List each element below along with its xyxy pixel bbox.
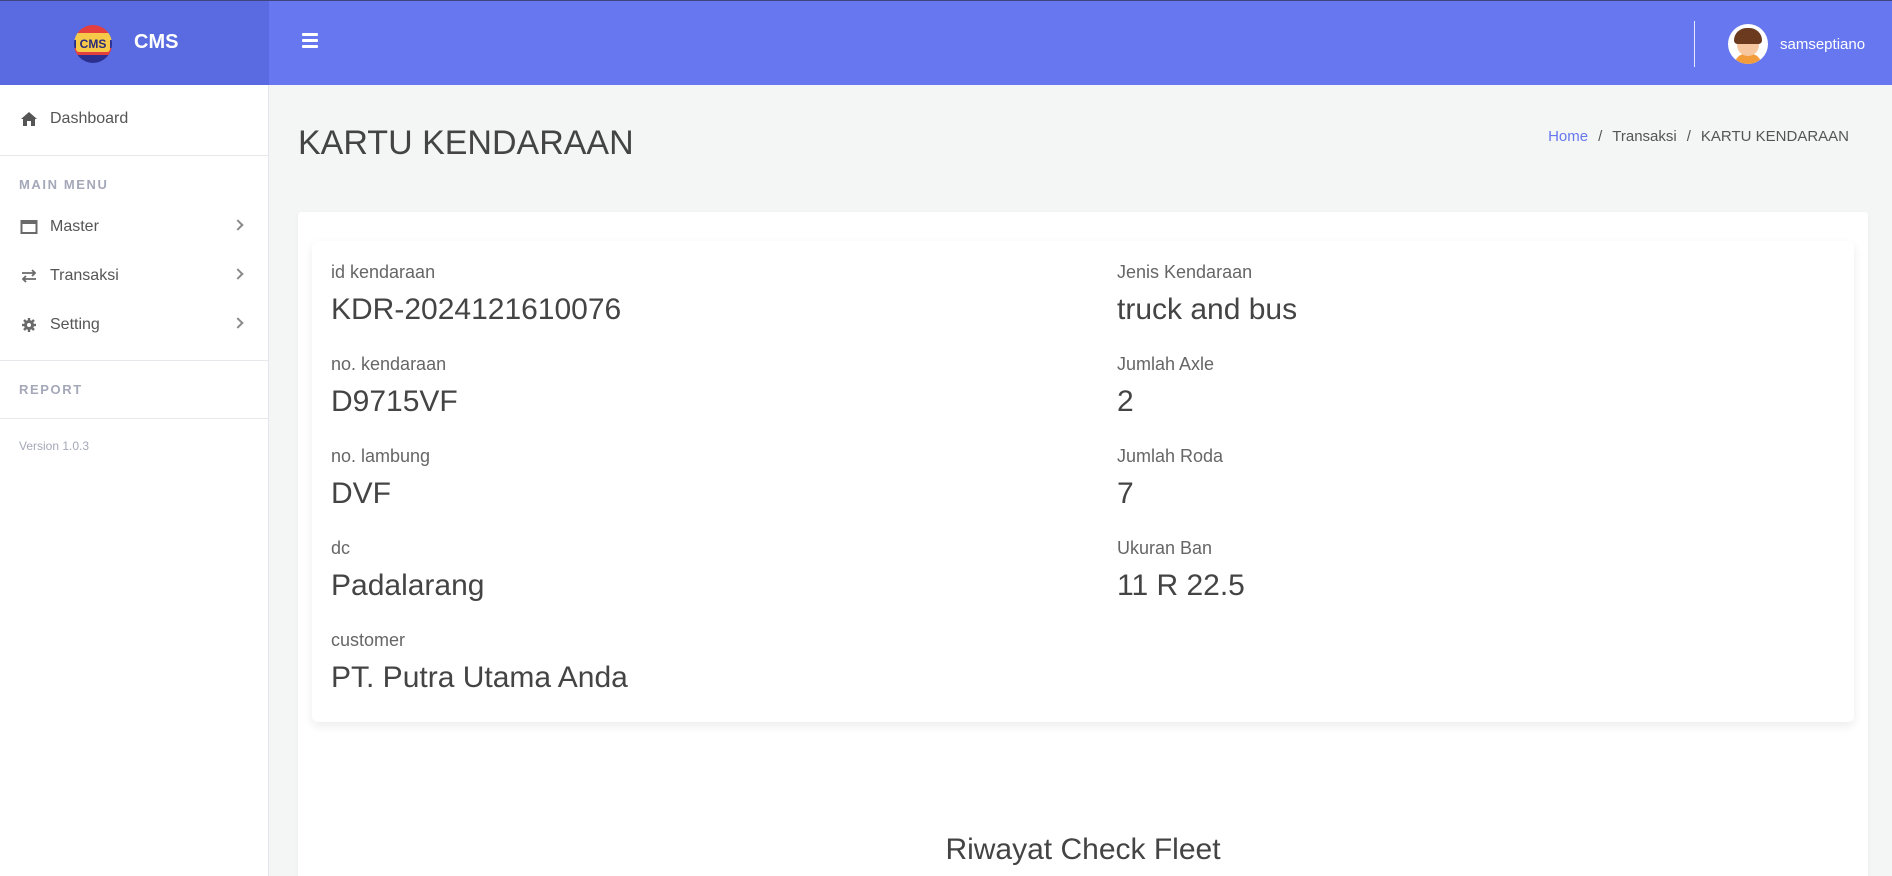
field-value: 2	[1117, 385, 1134, 418]
chevron-right-icon	[232, 219, 244, 231]
field-value: D9715VF	[331, 385, 458, 418]
field-no-lambung: no. lambung DVF	[331, 446, 430, 511]
history-title: Riwayat Check Fleet	[945, 833, 1221, 866]
avatar	[1728, 24, 1768, 64]
sidebar-item-transaksi[interactable]: Transaksi	[0, 256, 268, 296]
top-navbar: CMS CMS samseptiano	[0, 0, 1892, 86]
field-customer: customer PT. Putra Utama Anda	[331, 630, 628, 695]
breadcrumb-transaksi: Transaksi	[1612, 128, 1677, 145]
field-label: customer	[331, 630, 406, 650]
chevron-right-icon	[232, 317, 244, 329]
home-icon	[20, 111, 38, 127]
user-menu[interactable]: samseptiano	[1728, 24, 1865, 64]
field-jenis-kendaraan: Jenis Kendaraan truck and bus	[1117, 262, 1297, 327]
gear-icon	[20, 317, 38, 333]
field-label: Jenis Kendaraan	[1117, 262, 1253, 282]
logo-text: CMS	[76, 36, 110, 52]
brand-name: CMS	[134, 31, 179, 53]
sidebar-item-dashboard[interactable]: Dashboard	[0, 99, 268, 139]
main-menu-header: MAIN MENU	[19, 177, 109, 192]
version-label: Version 1.0.3	[19, 439, 90, 453]
field-value: 11 R 22.5	[1117, 569, 1245, 602]
field-label: Jumlah Axle	[1117, 354, 1215, 374]
breadcrumb-separator: /	[1598, 128, 1603, 145]
field-id-kendaraan: id kendaraan KDR-2024121610076	[331, 262, 621, 327]
sidebar-item-label: Dashboard	[50, 110, 129, 127]
field-label: id kendaraan	[331, 262, 436, 282]
field-dc: dc Padalarang	[331, 538, 484, 603]
field-value: KDR-2024121610076	[331, 293, 622, 326]
chevron-right-icon	[232, 268, 244, 280]
field-value: Padalarang	[331, 569, 485, 602]
username: samseptiano	[1780, 35, 1866, 53]
breadcrumb-separator: /	[1686, 128, 1691, 145]
sidebar-item-master[interactable]: Master	[0, 207, 268, 247]
breadcrumb: Home / Transaksi / KARTU KENDARAAN	[1548, 128, 1849, 145]
hamburger-icon[interactable]	[302, 33, 320, 51]
field-jumlah-axle: Jumlah Axle 2	[1117, 354, 1214, 419]
field-label: Jumlah Roda	[1117, 446, 1224, 466]
field-value: truck and bus	[1117, 293, 1298, 326]
sidebar: Dashboard MAIN MENU Master Transaksi Set…	[0, 85, 269, 876]
field-label: no. kendaraan	[331, 354, 447, 374]
sidebar-divider	[0, 155, 268, 156]
field-label: no. lambung	[331, 446, 431, 466]
exchange-icon	[20, 268, 38, 284]
breadcrumb-current: KARTU KENDARAAN	[1700, 128, 1849, 145]
page-title: KARTU KENDARAAN	[298, 124, 634, 162]
sidebar-item-label: Transaksi	[50, 267, 119, 284]
field-no-kendaraan: no. kendaraan D9715VF	[331, 354, 458, 419]
main-card: id kendaraan KDR-2024121610076 no. kenda…	[298, 212, 1868, 876]
field-value: 7	[1117, 477, 1134, 510]
field-value: DVF	[331, 477, 391, 510]
breadcrumb-home[interactable]: Home	[1548, 128, 1588, 145]
vehicle-info-card: id kendaraan KDR-2024121610076 no. kenda…	[312, 241, 1854, 722]
field-label: dc	[331, 538, 351, 558]
field-label: Ukuran Ban	[1117, 538, 1213, 558]
sidebar-item-label: Setting	[50, 316, 100, 333]
report-header: REPORT	[19, 382, 83, 397]
sidebar-item-setting[interactable]: Setting	[0, 305, 268, 345]
field-jumlah-roda: Jumlah Roda 7	[1117, 446, 1223, 511]
field-value: PT. Putra Utama Anda	[331, 661, 628, 694]
navbar-divider	[1694, 21, 1695, 67]
brand[interactable]: CMS CMS	[0, 1, 269, 86]
sidebar-item-label: Master	[50, 218, 99, 235]
cms-logo: CMS	[74, 25, 112, 63]
field-ukuran-ban: Ukuran Ban 11 R 22.5	[1117, 538, 1245, 603]
sidebar-divider	[0, 360, 268, 361]
sidebar-divider	[0, 418, 268, 419]
window-icon	[20, 219, 38, 235]
